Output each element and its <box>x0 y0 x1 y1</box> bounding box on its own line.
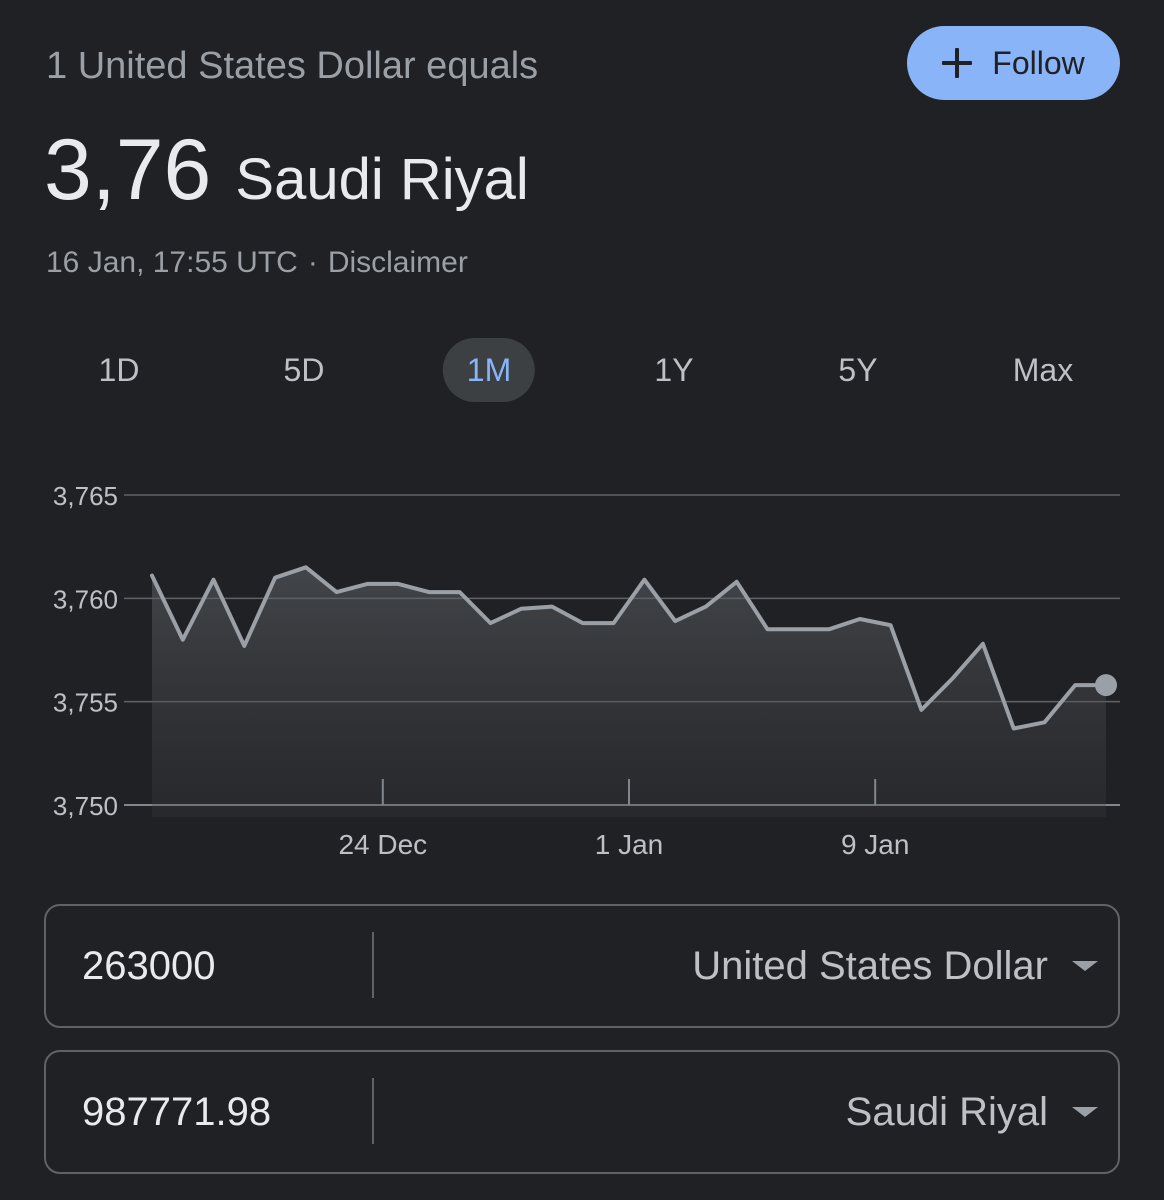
tab-5y[interactable]: 5Y <box>814 338 901 402</box>
y-tick-label: 3,760 <box>53 584 118 614</box>
rate-chart-svg: 3,765 3,760 3,755 3,750 24 Dec 1 Jan 9 Jan <box>53 481 1120 860</box>
rate-meta: 16 Jan, 17:55 UTC · Disclaimer <box>46 243 468 283</box>
exchange-rate: 3,76 Saudi Riyal <box>44 110 529 255</box>
from-currency-row: United States Dollar <box>44 904 1120 1028</box>
conversion-subtitle: 1 United States Dollar equals <box>46 45 539 87</box>
from-row-divider <box>372 932 374 998</box>
to-currency-name: Saudi Riyal <box>845 1089 1048 1134</box>
to-currency-row: Saudi Riyal <box>44 1050 1120 1174</box>
x-tick-label: 9 Jan <box>841 829 910 860</box>
from-currency-name: United States Dollar <box>692 943 1048 988</box>
x-tick-label: 24 Dec <box>338 829 427 860</box>
tab-1d[interactable]: 1D <box>75 338 164 402</box>
x-tick-label: 1 Jan <box>595 829 664 860</box>
to-amount-input[interactable] <box>82 1052 362 1172</box>
tab-5d[interactable]: 5D <box>260 338 349 402</box>
chart-current-point[interactable] <box>1095 674 1117 697</box>
follow-button[interactable]: Follow <box>907 26 1120 100</box>
tab-max[interactable]: Max <box>989 338 1097 402</box>
range-tabs: 1D 5D 1M 1Y 5Y Max <box>26 338 1136 402</box>
follow-label: Follow <box>992 44 1085 81</box>
plus-icon <box>942 48 973 78</box>
rate-chart: 3,765 3,760 3,755 3,750 24 Dec 1 Jan 9 Jan <box>0 460 1164 880</box>
disclaimer-link[interactable]: Disclaimer <box>328 246 468 279</box>
y-tick-label: 3,755 <box>53 688 118 718</box>
rate-value: 3,76 <box>44 122 212 218</box>
rate-currency: Saudi Riyal <box>235 147 529 212</box>
from-currency-select[interactable]: United States Dollar <box>692 906 1098 1026</box>
tab-1m[interactable]: 1M <box>442 338 536 402</box>
y-tick-label: 3,750 <box>53 791 118 821</box>
to-currency-select[interactable]: Saudi Riyal <box>846 1052 1098 1172</box>
from-amount-input[interactable] <box>82 906 362 1026</box>
meta-separator: · <box>307 246 318 279</box>
tab-1y[interactable]: 1Y <box>630 338 717 402</box>
dropdown-caret-icon <box>1072 1107 1098 1117</box>
to-row-divider <box>372 1078 374 1144</box>
dropdown-caret-icon <box>1072 961 1098 971</box>
rate-timestamp: 16 Jan, 17:55 UTC <box>46 246 298 279</box>
y-tick-label: 3,765 <box>53 481 118 511</box>
